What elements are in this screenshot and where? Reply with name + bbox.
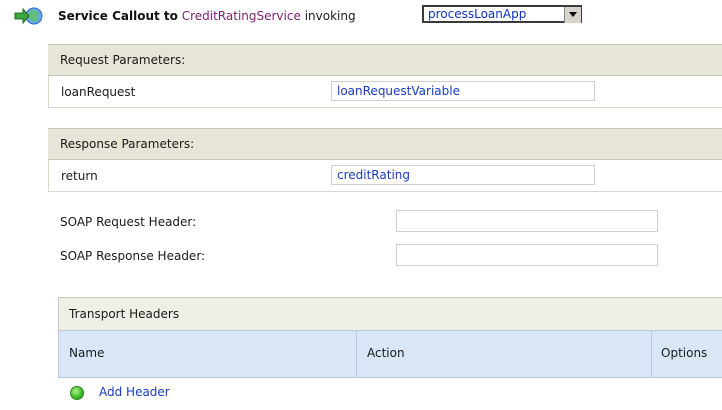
invoking-label: invoking (304, 9, 356, 23)
title-prefix: Service Callout to (58, 9, 178, 23)
column-action: Action (367, 346, 405, 360)
operation-select-value: processLoanApp (428, 7, 527, 21)
soap-request-header-label: SOAP Request Header: (60, 215, 197, 229)
column-options: Options (661, 346, 708, 360)
soap-response-header-label: SOAP Response Header: (60, 249, 206, 263)
request-param-row: loanRequest loanRequestVariable (48, 76, 722, 108)
request-param-value[interactable]: loanRequestVariable (337, 84, 460, 98)
add-header-link[interactable]: Add Header (99, 385, 170, 399)
callout-title: Service Callout to CreditRatingService i… (58, 9, 356, 23)
response-param-row: return creditRating (48, 160, 722, 192)
request-parameters-title: Request Parameters: (60, 53, 186, 67)
service-name-link[interactable]: CreditRatingService (182, 9, 301, 23)
response-parameters-header: Response Parameters: (48, 128, 722, 160)
transport-headers-title: Transport Headers (69, 307, 180, 321)
service-callout-icon (14, 7, 43, 25)
soap-request-header-input[interactable] (396, 210, 658, 232)
response-param-input[interactable]: creditRating (331, 165, 595, 185)
column-divider (651, 331, 652, 377)
chevron-down-icon[interactable] (564, 7, 581, 23)
transport-headers-header: Transport Headers (58, 297, 722, 330)
response-param-name: return (61, 169, 98, 183)
column-divider (356, 331, 357, 377)
response-parameters-title: Response Parameters: (60, 137, 195, 151)
add-icon[interactable] (70, 386, 84, 400)
request-parameters-header: Request Parameters: (48, 44, 722, 76)
response-param-value[interactable]: creditRating (337, 168, 410, 182)
soap-response-header-input[interactable] (396, 244, 658, 266)
operation-select[interactable]: processLoanApp (422, 5, 582, 23)
request-param-name: loanRequest (61, 85, 136, 99)
transport-headers-columns: Name Action Options (58, 330, 722, 378)
request-param-input[interactable]: loanRequestVariable (331, 81, 595, 101)
column-name: Name (69, 346, 105, 360)
